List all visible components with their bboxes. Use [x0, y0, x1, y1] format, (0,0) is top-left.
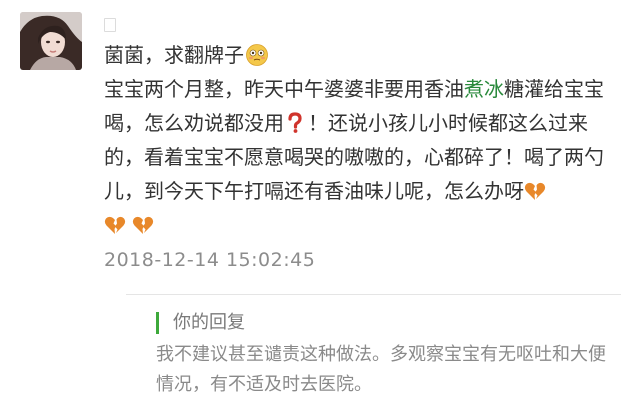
reply-text: 我不建议甚至谴责这种做法。多观察宝宝有无呕吐和大便情况，有不适及时去医院。	[156, 344, 606, 395]
reply-block: 你的回复 我不建议甚至谴责这种做法。多观察宝宝有无呕吐和大便情况，有不适及时去医…	[156, 312, 611, 400]
reply-divider	[126, 294, 621, 295]
highlighted-keyword[interactable]: 煮冰	[464, 77, 504, 101]
broken-heart-emoji	[524, 182, 546, 200]
comment-body: 菌菌，求翻牌子 宝宝两个月整，昨天中午婆婆非要用香油煮冰糖灌给宝宝喝，怎么劝说都…	[104, 38, 614, 242]
broken-hearts-row	[104, 208, 614, 242]
comment-text: 宝宝两个月整，昨天中午婆婆非要用香油煮冰糖灌给宝宝喝，怎么劝说都没用 ！还说小孩儿…	[104, 72, 614, 208]
flushed-face-emoji	[246, 44, 268, 66]
tag-box-icon	[104, 18, 116, 32]
user-avatar[interactable]	[20, 12, 82, 70]
red-question-mark-emoji	[288, 112, 302, 133]
reply-label: 你的回复	[156, 312, 611, 334]
broken-heart-emoji	[132, 216, 154, 234]
comment-first-line: 菌菌，求翻牌子	[104, 38, 614, 72]
avatar-image	[20, 12, 82, 70]
comment-opening: 菌菌，求翻牌子	[104, 43, 244, 67]
broken-heart-emoji	[104, 216, 126, 234]
comment-text-part-1: 宝宝两个月整，昨天中午婆婆非要用香油	[104, 77, 464, 101]
comment-timestamp: 2018-12-14 15:02:45	[104, 249, 316, 271]
